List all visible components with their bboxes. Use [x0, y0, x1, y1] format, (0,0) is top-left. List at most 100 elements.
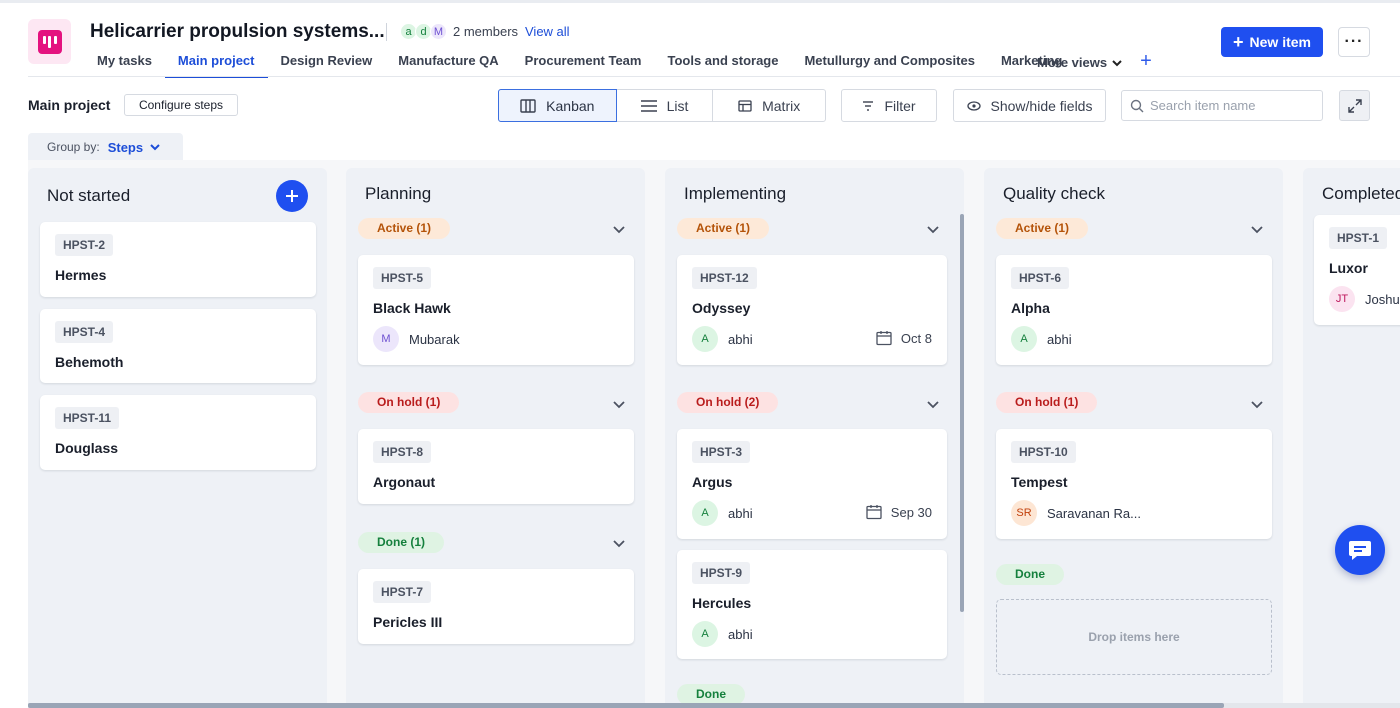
- item-id-badge: HPST-9: [692, 562, 751, 584]
- column-not-started: Not started HPST-2 Hermes HPST-4 Behemot…: [28, 168, 327, 708]
- item-card[interactable]: HPST-7 Pericles III: [358, 569, 634, 644]
- item-id-badge: HPST-11: [55, 407, 120, 429]
- item-card[interactable]: HPST-10 Tempest SR Saravanan Ra...: [996, 429, 1272, 539]
- item-card[interactable]: HPST-12 Odyssey A abhi Oct 8: [677, 255, 947, 365]
- kanban-view-button[interactable]: Kanban: [498, 89, 617, 122]
- item-name: Douglass: [55, 440, 119, 456]
- item-id-badge: HPST-1: [1329, 227, 1388, 249]
- search-box: [1121, 90, 1323, 121]
- view-all-link[interactable]: View all: [525, 24, 570, 39]
- assignee: A abhi: [692, 621, 753, 647]
- chevron-down-icon[interactable]: [926, 397, 940, 411]
- plus-icon: +: [1233, 32, 1244, 52]
- assignee-name: abhi: [1047, 331, 1072, 347]
- assignee: SR Saravanan Ra...: [1011, 500, 1141, 526]
- assignee-name: abhi: [728, 626, 753, 642]
- add-item-button[interactable]: [276, 180, 308, 212]
- item-id-badge: HPST-8: [373, 441, 432, 463]
- tab-procurement-team[interactable]: Procurement Team: [512, 46, 655, 78]
- assignee: A abhi: [1011, 326, 1072, 352]
- new-item-button[interactable]: + New item: [1221, 27, 1323, 57]
- item-card[interactable]: HPST-11 Douglass: [40, 395, 316, 470]
- view-switcher: Kanban List Matrix: [498, 89, 826, 122]
- chevron-down-icon[interactable]: [612, 222, 626, 236]
- status-badge: On hold (1): [996, 392, 1098, 413]
- avatar: A: [692, 326, 718, 352]
- column-quality-check: Quality check Active (1) HPST-6 Alpha A …: [984, 168, 1283, 708]
- column-planning: Planning Active (1) HPST-5 Black Hawk M …: [346, 168, 645, 708]
- app-logo-icon[interactable]: [28, 19, 71, 64]
- item-name: Luxor: [1329, 260, 1368, 276]
- configure-steps-button[interactable]: Configure steps: [124, 94, 238, 116]
- item-name: Argus: [692, 474, 733, 490]
- chevron-down-icon: [1112, 59, 1122, 66]
- tab-design-review[interactable]: Design Review: [268, 46, 386, 78]
- add-view-plus-icon[interactable]: +: [1137, 51, 1155, 71]
- member-avatar: M: [430, 23, 447, 40]
- drop-zone[interactable]: Drop items here: [996, 599, 1272, 675]
- chevron-down-icon[interactable]: [612, 397, 626, 411]
- chevron-down-icon[interactable]: [926, 222, 940, 236]
- more-views-dropdown[interactable]: More views: [1037, 55, 1123, 70]
- chat-support-button[interactable]: [1335, 525, 1385, 575]
- search-input[interactable]: [1150, 98, 1320, 113]
- tab-metullurgy[interactable]: Metullurgy and Composites: [791, 46, 987, 78]
- tab-my-tasks[interactable]: My tasks: [84, 46, 165, 78]
- eye-icon: [966, 100, 981, 111]
- item-card[interactable]: HPST-5 Black Hawk M Mubarak: [358, 255, 634, 365]
- tab-tools-and-storage[interactable]: Tools and storage: [654, 46, 791, 78]
- member-avatars[interactable]: a d M: [400, 23, 447, 40]
- item-id-badge: HPST-12: [692, 267, 757, 289]
- tab-manufacture-qa[interactable]: Manufacture QA: [385, 46, 511, 78]
- column-title: Planning: [365, 184, 432, 203]
- item-card[interactable]: HPST-8 Argonaut: [358, 429, 634, 504]
- item-name: Tempest: [1011, 474, 1068, 490]
- show-hide-label: Show/hide fields: [990, 97, 1093, 114]
- search-icon: [1130, 99, 1144, 112]
- avatar: A: [1011, 326, 1037, 352]
- tab-main-project[interactable]: Main project: [164, 46, 268, 78]
- item-card[interactable]: HPST-3 Argus A abhi Sep 30: [677, 429, 947, 539]
- due-date: Oct 8: [876, 330, 932, 346]
- filter-button[interactable]: Filter: [841, 89, 937, 122]
- group-by-dropdown[interactable]: Steps: [108, 140, 161, 155]
- chevron-down-icon[interactable]: [1250, 397, 1264, 411]
- status-badge: Done (1): [358, 532, 444, 553]
- column-completed: Completed HPST-1 Luxor JT Joshua: [1303, 168, 1400, 708]
- chevron-down-icon[interactable]: [612, 536, 626, 550]
- expand-icon[interactable]: [1339, 90, 1370, 121]
- assignee: A abhi: [692, 500, 753, 526]
- project-title[interactable]: Helicarrier propulsion systems...: [90, 21, 385, 43]
- item-id-badge: HPST-7: [373, 581, 432, 603]
- group-by-label: Group by:: [47, 140, 100, 154]
- more-options-icon[interactable]: ···: [1338, 27, 1370, 57]
- item-name: Pericles III: [373, 614, 443, 630]
- chevron-down-icon[interactable]: [1250, 222, 1264, 236]
- list-view-button[interactable]: List: [617, 90, 714, 121]
- calendar-icon: [866, 505, 882, 520]
- project-tabs: My tasks Main project Design Review Manu…: [84, 46, 1075, 78]
- item-name: Odyssey: [692, 300, 751, 316]
- item-card[interactable]: HPST-6 Alpha A abhi: [996, 255, 1272, 365]
- status-badge: Active (1): [358, 218, 451, 239]
- status-badge: Active (1): [677, 218, 770, 239]
- show-hide-fields-button[interactable]: Show/hide fields: [953, 89, 1106, 122]
- item-card[interactable]: HPST-1 Luxor JT Joshua: [1314, 215, 1400, 325]
- item-id-badge: HPST-6: [1011, 267, 1070, 289]
- status-badge: Active (1): [996, 218, 1089, 239]
- matrix-view-button[interactable]: Matrix: [713, 90, 825, 121]
- status-badge: On hold (1): [358, 392, 460, 413]
- avatar: JT: [1329, 286, 1355, 312]
- header-divider: [386, 23, 387, 41]
- new-item-label: New item: [1249, 34, 1311, 50]
- item-card[interactable]: HPST-9 Hercules A abhi: [677, 550, 947, 659]
- item-card[interactable]: HPST-2 Hermes: [40, 222, 316, 297]
- column-title: Quality check: [1003, 184, 1106, 203]
- column-scrollbar[interactable]: [960, 214, 964, 612]
- avatar: M: [373, 326, 399, 352]
- item-card[interactable]: HPST-4 Behemoth: [40, 309, 316, 383]
- horizontal-scrollbar[interactable]: [28, 703, 1224, 708]
- assignee: M Mubarak: [373, 326, 460, 352]
- avatar: A: [692, 500, 718, 526]
- header-separator: [28, 76, 1400, 77]
